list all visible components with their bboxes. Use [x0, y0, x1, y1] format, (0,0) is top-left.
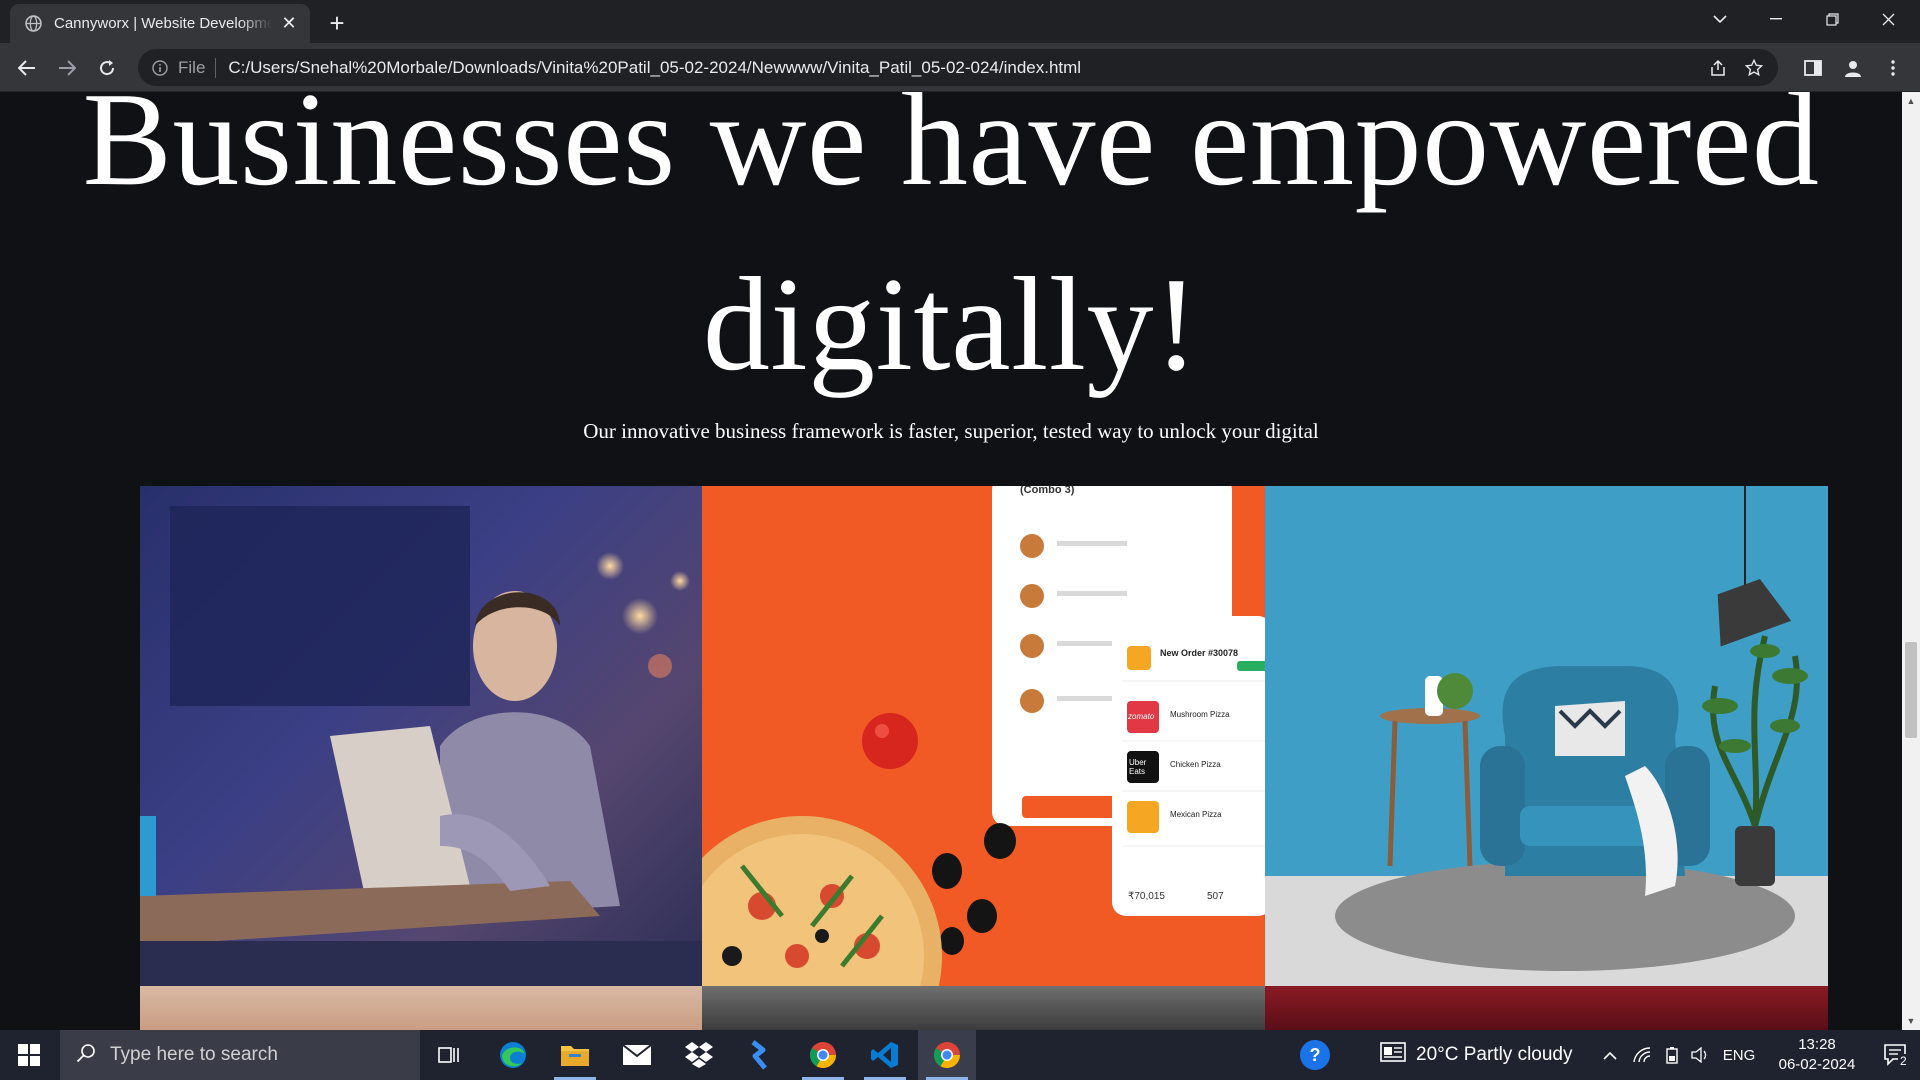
- wifi-icon[interactable]: [1630, 1030, 1654, 1080]
- windows-start-icon[interactable]: [0, 1030, 58, 1080]
- pizza-combo-title: (Combo 3): [1020, 486, 1075, 496]
- tab-search-icon[interactable]: [1692, 0, 1748, 38]
- bookmark-star-icon[interactable]: [1736, 49, 1772, 86]
- news-weather-icon: [1380, 1041, 1406, 1069]
- kebab-menu-icon[interactable]: [1876, 51, 1910, 85]
- chrome-icon[interactable]: [918, 1030, 976, 1080]
- search-icon: [76, 1043, 96, 1068]
- file-explorer-icon[interactable]: [546, 1030, 604, 1080]
- address-bar[interactable]: File C:/Users/Snehal%20Morbale/Downloads…: [138, 49, 1778, 86]
- side-panel-icon[interactable]: [1796, 51, 1830, 85]
- portfolio-image-street[interactable]: [702, 986, 1265, 1030]
- scroll-down-arrow-icon[interactable]: ▼: [1902, 1012, 1920, 1030]
- clock-time: 13:28: [1798, 1036, 1836, 1053]
- help-icon[interactable]: ?: [1300, 1040, 1330, 1070]
- pizza-item-2: Chicken Pizza: [1170, 760, 1221, 769]
- scroll-up-arrow-icon[interactable]: ▲: [1902, 92, 1920, 110]
- vscode-icon[interactable]: [856, 1030, 914, 1080]
- page-viewport: Businesses we have empowered digitally! …: [0, 92, 1902, 1030]
- tab-strip: Cannyworx | Website Development ✕ +: [0, 0, 1920, 43]
- windows-taskbar: Type here to search ? 20°C Partly cloudy: [0, 1030, 1920, 1080]
- portfolio-image-woman-face[interactable]: [140, 986, 702, 1030]
- mail-icon[interactable]: [608, 1030, 666, 1080]
- language-indicator[interactable]: ENG: [1718, 1030, 1760, 1080]
- zomato-logo: zomato: [1128, 712, 1155, 721]
- power-automate-icon[interactable]: [732, 1030, 790, 1080]
- page-headline-line-2: digitally!: [702, 250, 1200, 398]
- url-text[interactable]: C:/Users/Snehal%20Morbale/Downloads/Vini…: [228, 58, 1081, 78]
- page-subtitle: Our innovative business framework is fas…: [583, 419, 1319, 443]
- chrome-profile-icon[interactable]: [794, 1030, 852, 1080]
- scrollbar-thumb[interactable]: [1905, 642, 1917, 738]
- restore-icon[interactable]: [1804, 0, 1860, 38]
- file-scheme-label: File: [178, 57, 206, 77]
- portfolio-image-pizza-app[interactable]: (Combo 3) New Order #30078 Mushroom Pizz…: [702, 486, 1265, 986]
- address-divider: [215, 57, 217, 78]
- close-tab-icon[interactable]: ✕: [278, 13, 300, 35]
- profile-avatar-icon[interactable]: [1836, 51, 1870, 85]
- weather-text: 20°C Partly cloudy: [1416, 1044, 1573, 1065]
- system-clock[interactable]: 13:28 06-02-2024: [1762, 1035, 1872, 1075]
- portfolio-gallery: (Combo 3) New Order #30078 Mushroom Pizz…: [140, 486, 1828, 1030]
- globe-icon: [24, 15, 42, 33]
- reload-icon[interactable]: [90, 51, 124, 85]
- pizza-total-sales: ₹70,015: [1128, 891, 1165, 902]
- notification-count: 2: [1898, 1054, 1909, 1068]
- uber-eats-logo: Uber Eats: [1129, 758, 1147, 776]
- task-view-icon[interactable]: [420, 1030, 478, 1080]
- battery-icon[interactable]: [1660, 1030, 1684, 1080]
- clock-date: 06-02-2024: [1778, 1056, 1856, 1073]
- browser-tab[interactable]: Cannyworx | Website Development ✕: [10, 4, 310, 43]
- dropbox-icon[interactable]: [670, 1030, 728, 1080]
- chevron-up-icon[interactable]: [1598, 1030, 1622, 1080]
- taskbar-search-box[interactable]: Type here to search: [60, 1030, 420, 1080]
- edge-browser-icon[interactable]: [484, 1030, 542, 1080]
- new-tab-button[interactable]: +: [322, 8, 352, 38]
- page-scrollbar[interactable]: ▲ ▼: [1902, 92, 1920, 1030]
- portfolio-image-armchair[interactable]: [1265, 486, 1828, 986]
- pizza-item-3: Mexican Pizza: [1170, 810, 1222, 819]
- page-headline-line-1: Businesses we have empowered: [82, 92, 1820, 213]
- portfolio-image-red-portrait[interactable]: [1265, 986, 1828, 1030]
- share-icon[interactable]: [1700, 49, 1736, 86]
- search-placeholder: Type here to search: [110, 1044, 278, 1065]
- minimize-icon[interactable]: [1748, 0, 1804, 38]
- pizza-total-orders: 507: [1207, 891, 1224, 902]
- browser-toolbar: File C:/Users/Snehal%20Morbale/Downloads…: [0, 43, 1920, 92]
- notifications-icon[interactable]: 2: [1872, 1030, 1920, 1080]
- weather-widget[interactable]: 20°C Partly cloudy: [1380, 1030, 1573, 1080]
- pizza-item-1: Mushroom Pizza: [1170, 710, 1230, 719]
- back-arrow-icon[interactable]: [10, 51, 44, 85]
- close-window-icon[interactable]: [1860, 0, 1916, 38]
- tab-title: Cannyworx | Website Development: [54, 15, 272, 32]
- portfolio-image-laptop-man[interactable]: [140, 486, 702, 986]
- forward-arrow-icon[interactable]: [50, 51, 84, 85]
- volume-icon[interactable]: [1688, 1030, 1712, 1080]
- pizza-new-order: New Order #30078: [1160, 648, 1239, 658]
- site-info-icon[interactable]: [150, 58, 170, 78]
